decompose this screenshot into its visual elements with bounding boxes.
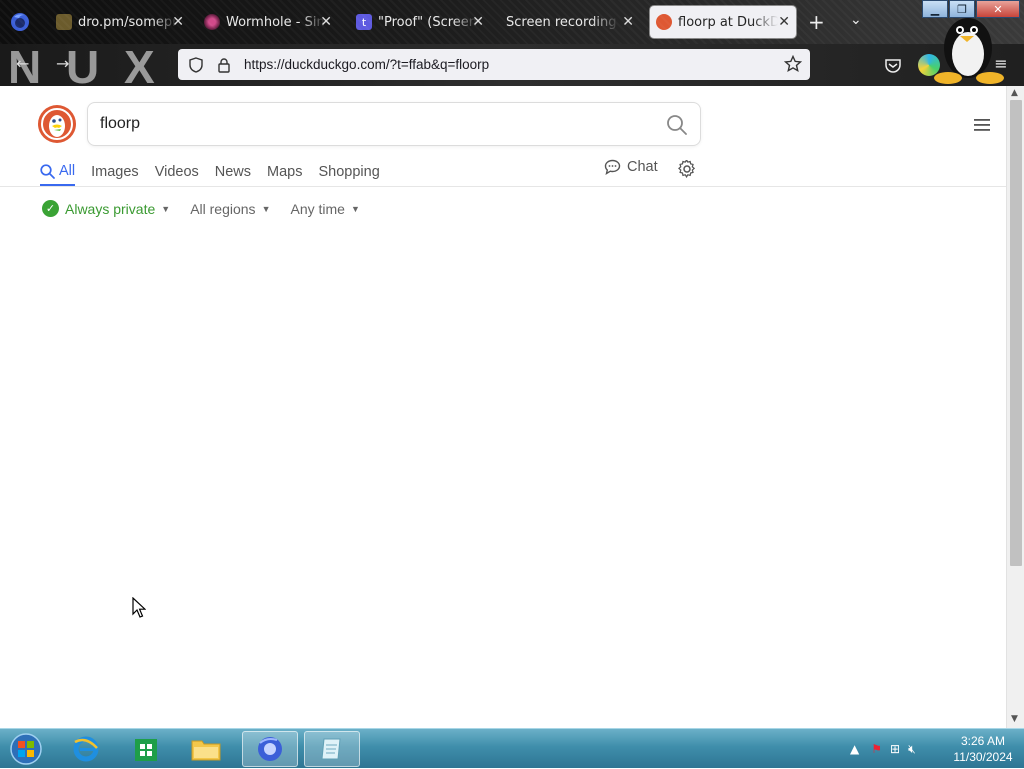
chat-button[interactable]: Chat: [604, 159, 658, 175]
close-tab-icon[interactable]: ✕: [172, 14, 184, 30]
internet-explorer-taskbar-icon[interactable]: [58, 731, 114, 767]
close-tab-icon[interactable]: ✕: [320, 14, 332, 30]
tab-images[interactable]: Images: [91, 158, 139, 186]
file-explorer-taskbar-icon[interactable]: [178, 731, 234, 767]
vertical-scrollbar[interactable]: ▲ ▼: [1006, 86, 1024, 728]
duckduckgo-favicon-icon: [656, 14, 672, 30]
caret-down-icon: ▼: [161, 203, 171, 214]
scroll-up-arrow-icon[interactable]: ▲: [1011, 88, 1018, 98]
mouse-pointer-icon: [132, 597, 146, 618]
header-divider: [0, 186, 1006, 187]
scroll-down-arrow-icon[interactable]: ▼: [1011, 714, 1018, 724]
tab-videos[interactable]: Videos: [155, 158, 199, 186]
wormhole-favicon-icon: [204, 14, 220, 30]
start-button-icon[interactable]: [4, 731, 48, 767]
tab-3[interactable]: t "Proof" (Screen re ✕: [350, 6, 490, 38]
notepad-taskbar-icon[interactable]: [304, 731, 360, 767]
network-icon[interactable]: ⊞: [890, 742, 900, 756]
pocket-icon[interactable]: [882, 54, 904, 76]
tab-1[interactable]: dro.pm/someproof ✕: [50, 6, 190, 38]
search-input[interactable]: floorp: [87, 102, 701, 146]
tab-news[interactable]: News: [215, 158, 251, 186]
tracking-protection-shield-icon[interactable]: [186, 55, 206, 75]
lock-icon[interactable]: [214, 55, 234, 75]
scrollbar-thumb[interactable]: [1010, 100, 1022, 566]
region-filter-dropdown[interactable]: All regions ▼: [190, 201, 270, 217]
firefox-menu-icon[interactable]: [10, 12, 30, 32]
forward-arrow-icon[interactable]: →: [56, 54, 69, 73]
list-all-tabs-icon[interactable]: ⌄: [850, 12, 862, 28]
tux-penguin-watermark: [934, 18, 1004, 84]
store-taskbar-icon[interactable]: [118, 731, 174, 767]
search-query-text[interactable]: floorp: [100, 115, 140, 133]
tab-maps[interactable]: Maps: [267, 158, 302, 186]
back-arrow-icon[interactable]: ←: [16, 54, 29, 73]
close-tab-icon[interactable]: ✕: [622, 14, 634, 30]
url-text: https://duckduckgo.com/?t=ffab&q=floorp: [244, 57, 490, 72]
new-tab-button[interactable]: +: [808, 10, 825, 34]
action-center-flag-icon[interactable]: ⚑: [871, 742, 882, 756]
chat-bubble-icon: [604, 159, 621, 175]
tab-shopping[interactable]: Shopping: [319, 158, 380, 186]
tab-all[interactable]: All: [40, 158, 76, 186]
caret-down-icon: ▼: [261, 203, 271, 214]
hamburger-menu-icon[interactable]: [974, 118, 990, 132]
bookmark-star-icon[interactable]: [783, 54, 803, 77]
search-filters: ✓ Always private ▼ All regions ▼ Any tim…: [42, 200, 380, 217]
duckduckgo-logo[interactable]: [37, 104, 77, 144]
show-hidden-icons-icon[interactable]: ▲: [850, 742, 859, 756]
search-icon[interactable]: [666, 114, 688, 136]
search-type-tabs: All Images Videos News Maps Shopping: [40, 158, 396, 188]
floorp-browser-taskbar-icon[interactable]: [242, 731, 298, 767]
close-tab-icon[interactable]: ✕: [472, 14, 484, 30]
system-clock[interactable]: 3:26 AM 11/30/2024: [948, 733, 1018, 765]
system-tray: ▲ ⚑ ⊞ 🔇︎: [850, 729, 916, 769]
search-small-icon: [40, 163, 55, 179]
tab-bar: dro.pm/someproof ✕ Wormhole - Simple ✕ t…: [0, 0, 1024, 44]
tab-4[interactable]: Screen recording 2024 ✕: [500, 6, 640, 38]
volume-muted-icon[interactable]: 🔇︎: [908, 742, 916, 757]
caret-down-icon: ▼: [350, 203, 360, 214]
checkmark-icon: ✓: [42, 200, 59, 217]
tab-5-active[interactable]: floorp at DuckDuckGo ✕: [650, 6, 796, 38]
tab-2[interactable]: Wormhole - Simple ✕: [198, 6, 338, 38]
windows-taskbar: ▲ ⚑ ⊞ 🔇︎ 3:26 AM 11/30/2024: [0, 728, 1024, 768]
close-tab-icon[interactable]: ✕: [778, 14, 790, 30]
tumblr-favicon-icon: t: [356, 14, 372, 30]
web-page: floorp All Images Videos News Maps Shopp…: [0, 86, 1006, 728]
folder-favicon-icon: [56, 14, 72, 30]
settings-gear-icon[interactable]: [678, 160, 696, 178]
time-filter-dropdown[interactable]: Any time ▼: [290, 201, 359, 217]
privacy-filter-dropdown[interactable]: ✓ Always private ▼: [42, 200, 170, 217]
address-bar[interactable]: https://duckduckgo.com/?t=ffab&q=floorp: [178, 49, 810, 80]
